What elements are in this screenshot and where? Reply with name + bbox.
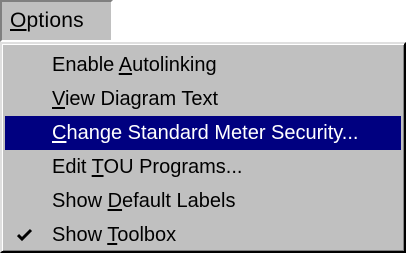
- menu-item-check-slot: [15, 48, 35, 82]
- menu-item-label: Show Toolbox: [52, 223, 177, 246]
- checkmark-icon: [15, 218, 35, 252]
- menu-item-show-default-labels[interactable]: Show Default Labels: [5, 184, 401, 218]
- options-menu-title-text: ptions: [26, 9, 84, 32]
- menu-item-check-slot: [15, 150, 35, 184]
- options-menu-mnemonic: O: [10, 9, 27, 32]
- menu-item-check-slot: [15, 184, 35, 218]
- menu-item-label: View Diagram Text: [52, 87, 219, 110]
- options-menu-title[interactable]: Options: [0, 0, 113, 42]
- menu-item-label: Show Default Labels: [52, 189, 236, 212]
- options-dropdown-menu: Enable Autolinking View Diagram Text Cha…: [0, 42, 406, 253]
- menu-item-enable-autolinking[interactable]: Enable Autolinking: [5, 48, 401, 82]
- menu-item-label: Change Standard Meter Security...: [52, 121, 359, 144]
- checkmark-icon-svg: [17, 228, 33, 242]
- menu-item-check-slot: [15, 116, 35, 150]
- menu-item-edit-tou-programs[interactable]: Edit TOU Programs...: [5, 150, 401, 184]
- menu-item-change-standard-meter-security[interactable]: Change Standard Meter Security...: [5, 116, 401, 150]
- menu-item-check-slot: [15, 82, 35, 116]
- menu-item-label: Enable Autolinking: [52, 53, 217, 76]
- screenshot-root: Options Enable Autolinking View Diagram …: [0, 0, 410, 254]
- menu-item-view-diagram-text[interactable]: View Diagram Text: [5, 82, 401, 116]
- menu-item-label: Edit TOU Programs...: [52, 155, 243, 178]
- menu-item-show-toolbox[interactable]: Show Toolbox: [5, 218, 401, 252]
